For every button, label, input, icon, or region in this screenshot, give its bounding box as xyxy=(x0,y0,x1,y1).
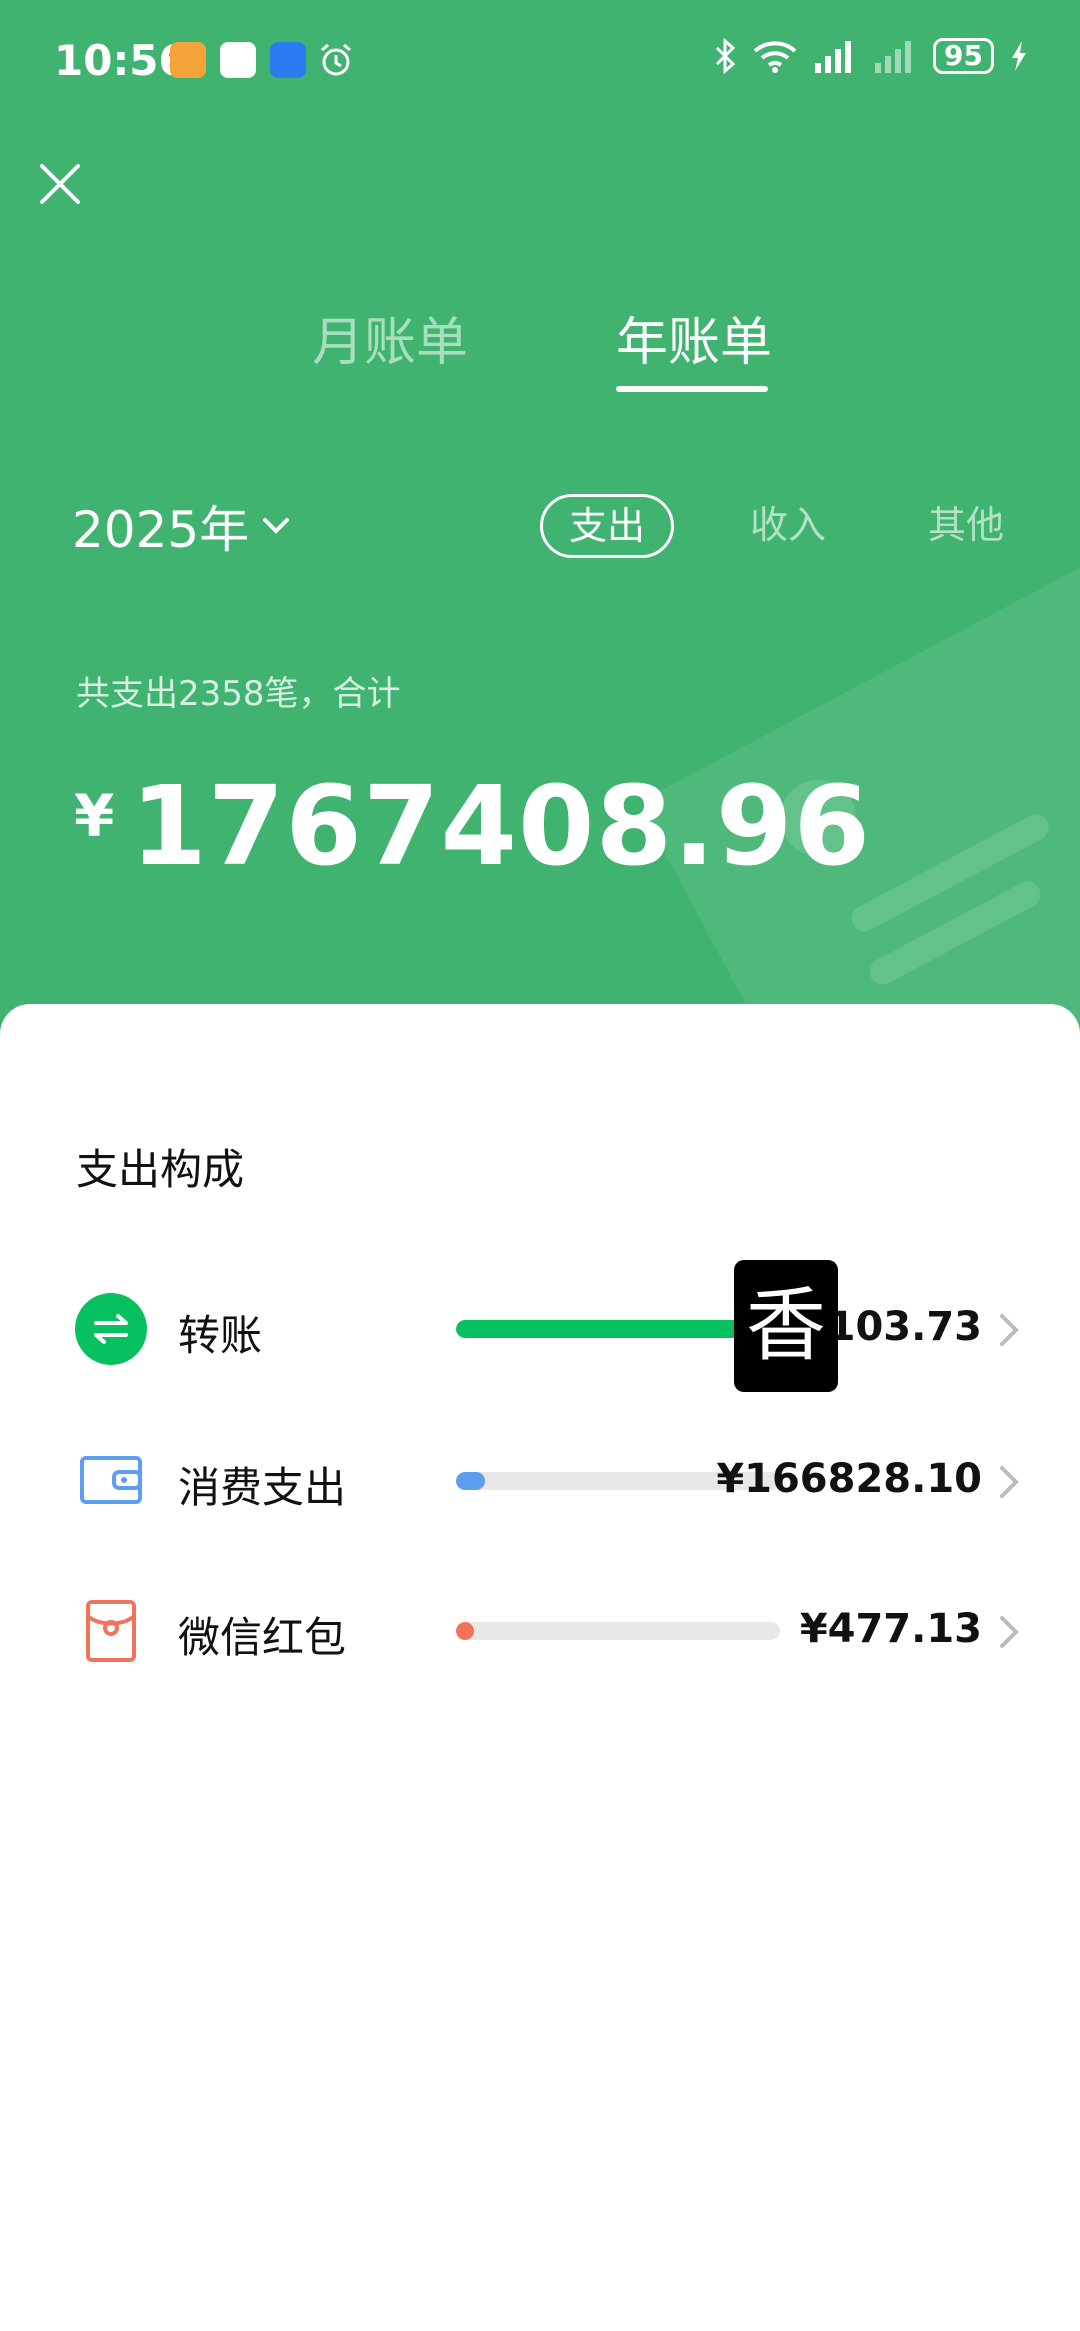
app-notification-icon xyxy=(220,42,256,78)
chevron-right-icon xyxy=(1000,1466,1019,1498)
active-tab-indicator xyxy=(616,386,768,392)
expense-composition-card: 支出构成 转账 0103.73 消费支出 ¥166828.10 微信红包 ¥47… xyxy=(0,1004,1080,2331)
weather-icon xyxy=(270,42,306,78)
wallet-icon xyxy=(80,1456,142,1504)
section-title: 支出构成 xyxy=(76,1145,245,1194)
expense-count-text: 共支出2358笔，合计 xyxy=(76,674,401,714)
app-notification-icon xyxy=(170,42,206,78)
transfer-icon xyxy=(75,1293,147,1365)
tab-monthly-bill[interactable]: 月账单 xyxy=(312,300,468,375)
row-label: 转账 xyxy=(178,1311,263,1360)
year-label: 2025年 xyxy=(72,501,250,559)
red-packet-icon xyxy=(86,1600,136,1662)
battery-level: 95 xyxy=(933,38,994,74)
expense-total: ¥ 1767408.96 xyxy=(74,762,871,890)
progress-fill xyxy=(456,1622,474,1640)
status-bar: 10:56 95 xyxy=(0,0,1080,120)
composition-row-red-packet[interactable]: 微信红包 ¥477.13 xyxy=(0,1582,1080,1682)
row-label: 消费支出 xyxy=(178,1463,347,1512)
overlay-glyph-badge: 香 xyxy=(734,1260,838,1392)
total-amount: 1767408.96 xyxy=(130,762,871,890)
progress-track xyxy=(456,1320,780,1338)
wifi-icon xyxy=(753,41,797,73)
charging-icon xyxy=(1012,41,1026,71)
chevron-right-icon xyxy=(1000,1616,1019,1648)
progress-fill xyxy=(456,1472,486,1490)
row-amount: ¥477.13 xyxy=(799,1606,982,1652)
composition-row-transfer[interactable]: 转账 0103.73 xyxy=(0,1280,1080,1380)
row-amount: ¥166828.10 xyxy=(716,1456,982,1502)
bluetooth-icon xyxy=(715,38,736,74)
chevron-right-icon xyxy=(1000,1314,1019,1346)
currency-symbol: ¥ xyxy=(74,782,115,850)
alarm-icon xyxy=(321,43,351,76)
status-time: 10:56 xyxy=(54,36,188,85)
chevron-down-icon xyxy=(263,518,290,534)
filter-other[interactable]: 其他 xyxy=(928,494,1004,556)
filter-expense[interactable]: 支出 xyxy=(540,494,675,558)
signal-icon xyxy=(815,41,852,73)
row-label: 微信红包 xyxy=(178,1613,347,1662)
progress-fill xyxy=(456,1320,748,1338)
filter-income[interactable]: 收入 xyxy=(750,494,826,556)
year-selector[interactable]: 2025年 xyxy=(72,490,293,562)
header-panel: 10:56 95 月账单 年账单 2025年 支出 收入 其他 共支出2358笔… xyxy=(0,0,1080,1040)
progress-track xyxy=(456,1622,780,1640)
close-icon[interactable] xyxy=(36,160,84,208)
composition-row-consumption[interactable]: 消费支出 ¥166828.10 xyxy=(0,1432,1080,1532)
tab-yearly-bill[interactable]: 年账单 xyxy=(616,300,772,375)
signal-weak-icon xyxy=(875,41,912,73)
